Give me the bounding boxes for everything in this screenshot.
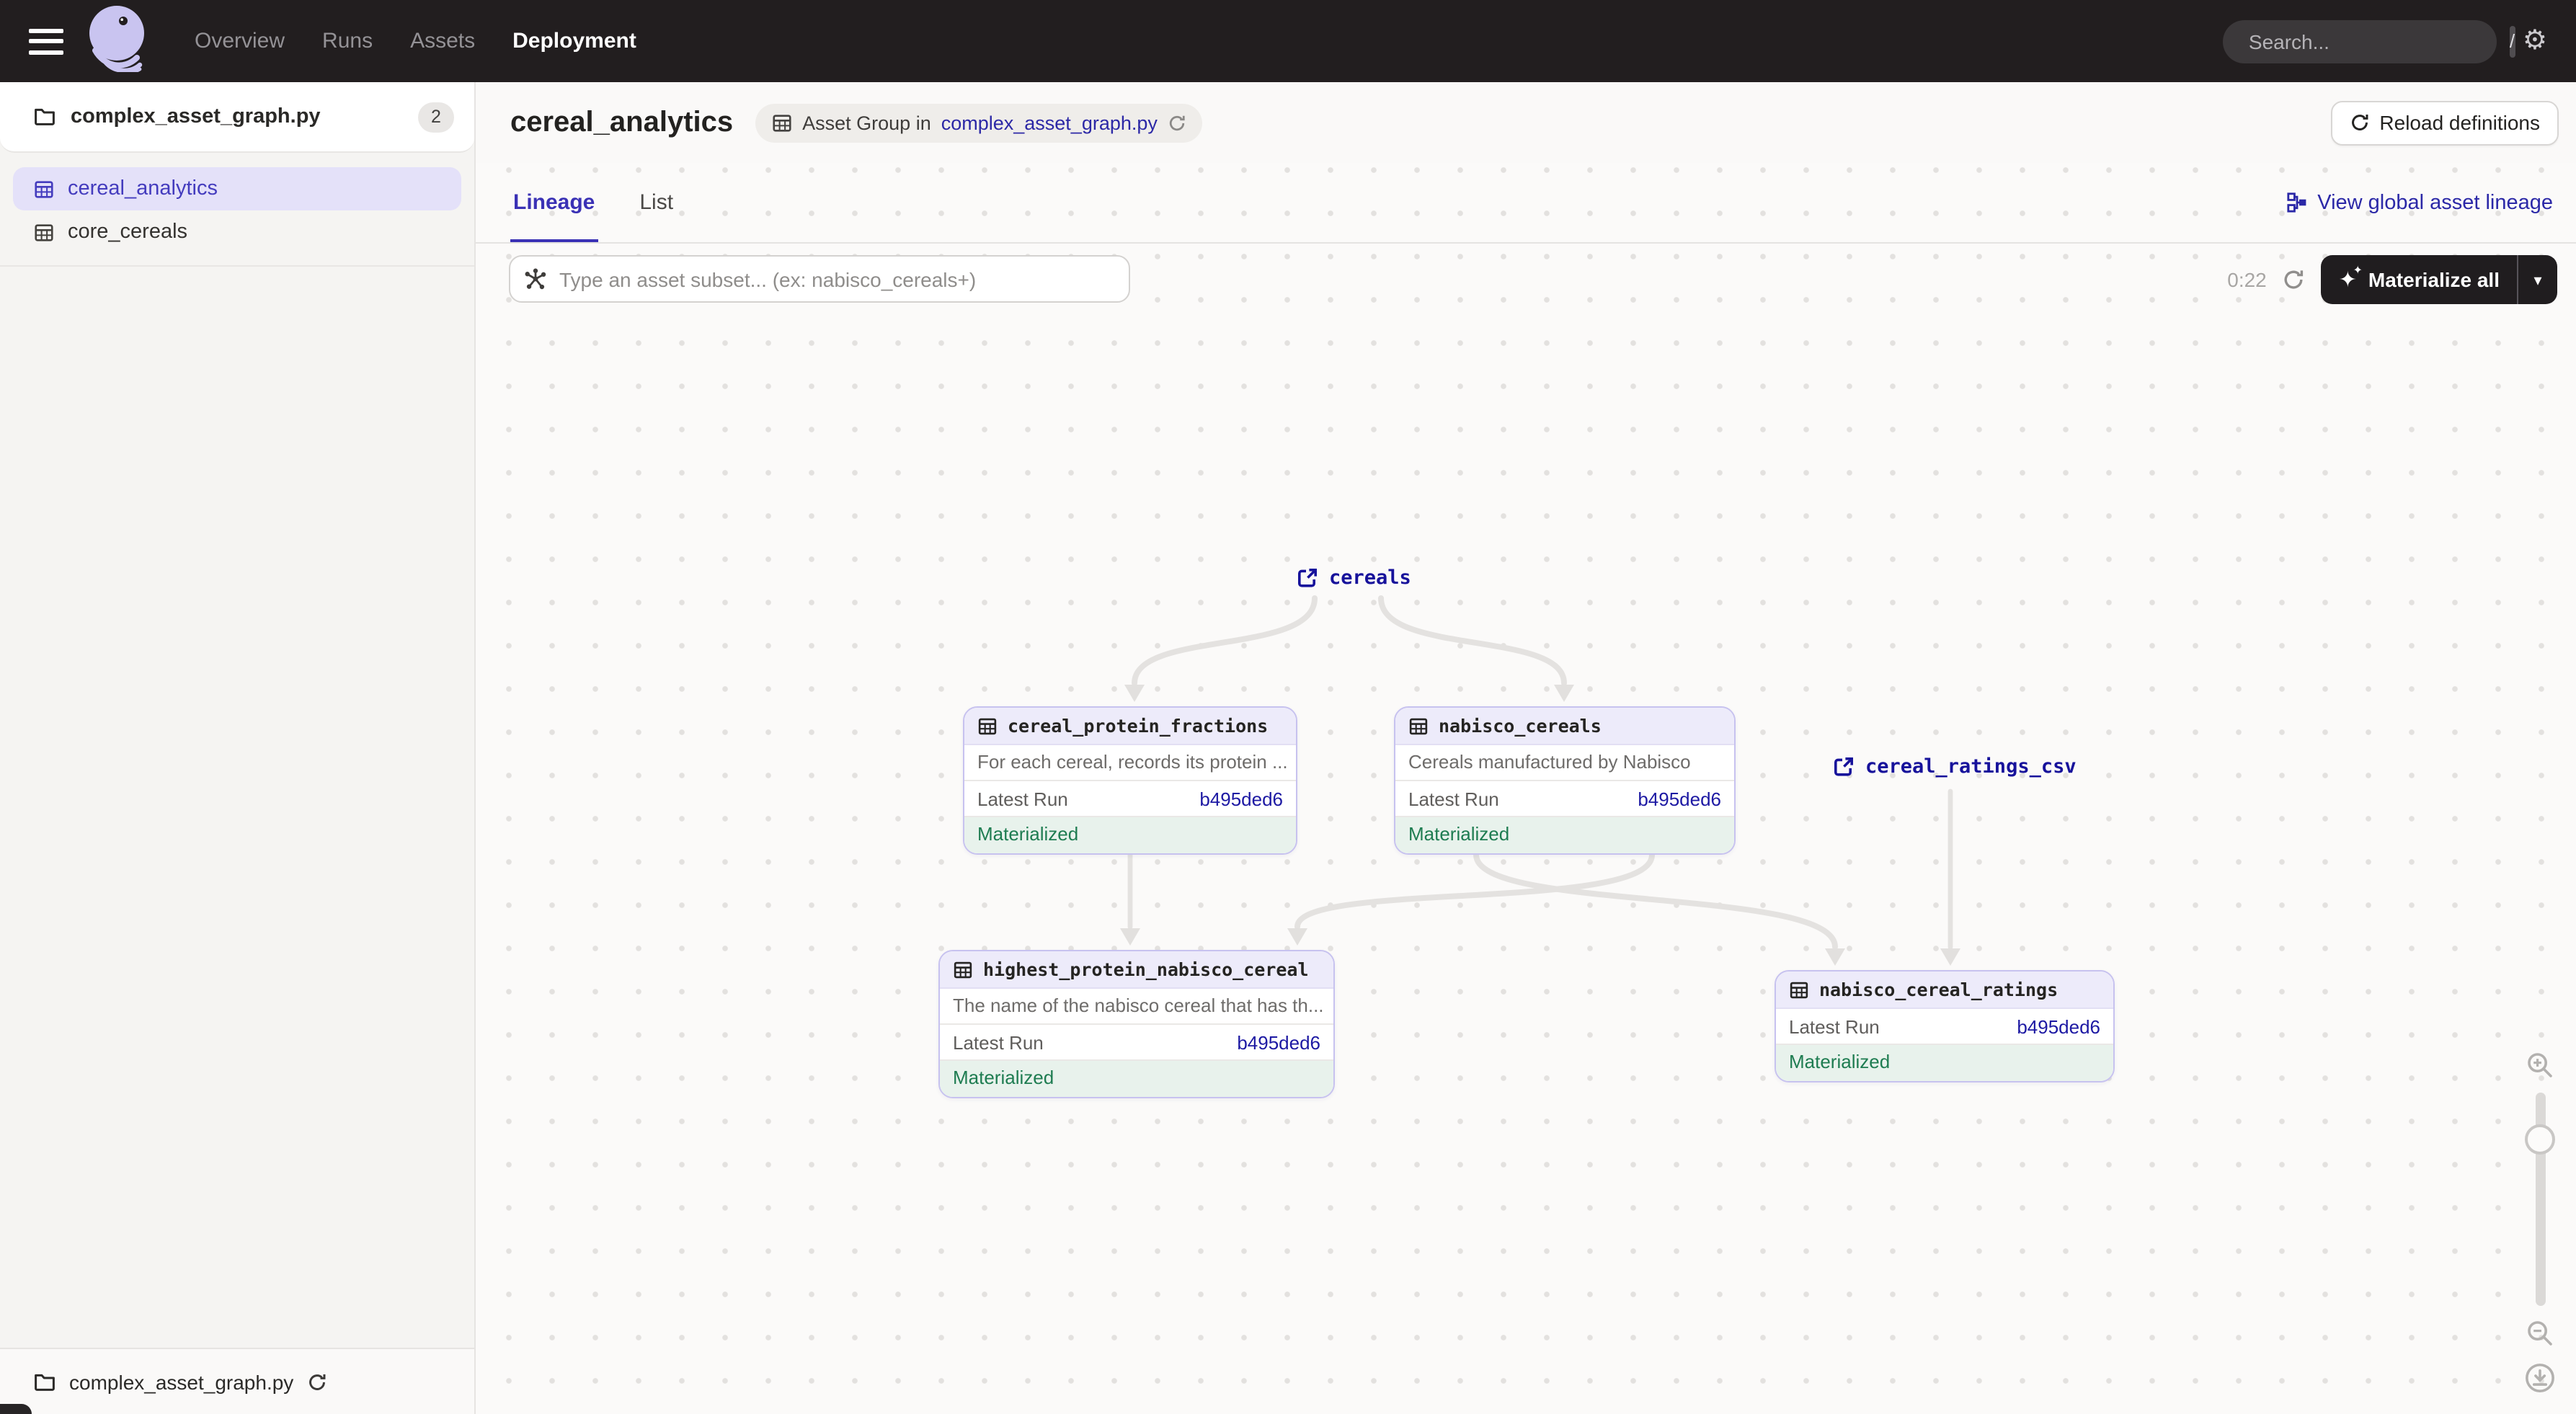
asset-subset-input[interactable] [509, 255, 1130, 303]
reload-definitions-label: Reload definitions [2379, 111, 2540, 134]
latest-run-label: Latest Run [977, 788, 1068, 809]
refresh-timer: 0:22 [2227, 268, 2267, 291]
asset-group-icon [770, 112, 792, 133]
table-icon [1408, 716, 1429, 736]
asset-node-nabisco-cereals[interactable]: nabisco_cereals Cereals manufactured by … [1394, 706, 1736, 855]
external-asset-label: cereal_ratings_csv [1865, 755, 2077, 778]
table-icon [1789, 979, 1809, 1000]
latest-run-label: Latest Run [1408, 788, 1499, 809]
reload-definitions-button[interactable]: Reload definitions [2330, 100, 2559, 145]
reload-icon[interactable] [306, 1371, 327, 1392]
chevron-down-icon: ▾ [2533, 270, 2541, 289]
lineage-section: Lineage List View global asset lineage [476, 163, 2576, 1414]
asset-node-title: cereal_protein_fractions [1008, 715, 1268, 737]
search-shortcut-key: / [2510, 25, 2515, 57]
tab-lineage[interactable]: Lineage [510, 163, 598, 242]
status-badge: Materialized [1395, 817, 1734, 853]
graph-filter-icon [523, 267, 548, 298]
lineage-canvas[interactable]: 0:22 ✦✦ Materialize all ▾ [476, 244, 2576, 1414]
table-icon [953, 959, 973, 979]
sidebar-footer: complex_asset_graph.py [0, 1348, 474, 1414]
breadcrumb-prefix: Asset Group in [802, 112, 931, 133]
page-header: cereal_analytics Asset Group in complex_… [476, 82, 2576, 163]
breadcrumb-link[interactable]: complex_asset_graph.py [941, 112, 1158, 133]
download-image-icon[interactable] [2524, 1362, 2556, 1394]
status-badge: Materialized [940, 1061, 1333, 1097]
dagster-logo[interactable] [84, 3, 150, 79]
nav-overview[interactable]: Overview [195, 29, 285, 53]
asset-node-highest-protein-nabisco-cereal[interactable]: highest_protein_nabisco_cereal The name … [938, 950, 1335, 1098]
reload-icon [2349, 112, 2369, 133]
tab-bar: Lineage List View global asset lineage [476, 163, 2576, 244]
run-id-link[interactable]: b495ded6 [1237, 1031, 1320, 1053]
external-link-icon [1296, 566, 1319, 590]
table-icon [977, 716, 998, 736]
footer-code-location-name: complex_asset_graph.py [69, 1370, 293, 1393]
asset-group-icon [33, 178, 55, 200]
asset-node-title: nabisco_cereal_ratings [1819, 979, 2058, 1000]
external-asset-label: cereals [1329, 566, 1411, 590]
zoom-out-icon[interactable] [2526, 1319, 2554, 1348]
external-link-icon [1832, 755, 1855, 778]
asset-node-description: The name of the nabisco cereal that has … [940, 989, 1333, 1025]
view-global-asset-lineage-link[interactable]: View global asset lineage [2286, 191, 2553, 214]
view-global-label: View global asset lineage [2317, 191, 2553, 214]
sidebar-item-core-cereals[interactable]: core_cereals [13, 210, 461, 254]
sparkle-icon: ✦✦ [2339, 269, 2357, 290]
minimap-corner [0, 1404, 32, 1414]
latest-run-label: Latest Run [1789, 1015, 1880, 1037]
run-id-link[interactable]: b495ded6 [2017, 1015, 2100, 1037]
menu-icon[interactable] [29, 28, 63, 54]
main-panel: cereal_analytics Asset Group in complex_… [476, 82, 2576, 1414]
asset-node-title: nabisco_cereals [1439, 715, 1602, 737]
asset-group-icon [33, 221, 55, 243]
nav-runs[interactable]: Runs [322, 29, 373, 53]
folder-icon [33, 105, 56, 128]
refresh-icon[interactable] [2283, 268, 2306, 291]
reload-icon[interactable] [1168, 113, 1186, 132]
asset-node-description: For each cereal, records its protein ... [964, 745, 1296, 781]
tab-list[interactable]: List [636, 163, 676, 242]
folder-icon [33, 1370, 56, 1393]
nav-deployment[interactable]: Deployment [512, 29, 636, 53]
sidebar-item-label: cereal_analytics [68, 177, 218, 200]
status-badge: Materialized [1776, 1045, 2113, 1081]
asset-count-badge: 2 [418, 102, 454, 132]
run-id-link[interactable]: b495ded6 [1638, 788, 1721, 809]
materialize-toolbar: 0:22 ✦✦ Materialize all ▾ [2227, 255, 2557, 304]
external-asset-cereals[interactable]: cereals [1296, 566, 1411, 590]
nav-assets[interactable]: Assets [410, 29, 475, 53]
zoom-slider[interactable] [2535, 1093, 2545, 1306]
settings-gear-icon[interactable]: ⚙ [2523, 27, 2547, 55]
status-badge: Materialized [964, 817, 1296, 853]
asset-filter [509, 255, 1130, 303]
asset-node-nabisco-cereal-ratings[interactable]: nabisco_cereal_ratings Latest Run b495ded… [1775, 970, 2115, 1082]
external-asset-cereal-ratings-csv[interactable]: cereal_ratings_csv [1832, 755, 2077, 778]
materialize-all-label: Materialize all [2368, 268, 2500, 291]
materialize-all-button[interactable]: ✦✦ Materialize all [2322, 255, 2517, 304]
zoom-in-icon[interactable] [2526, 1051, 2554, 1080]
latest-run-label: Latest Run [953, 1031, 1044, 1053]
page-title: cereal_analytics [510, 106, 733, 139]
run-id-link[interactable]: b495ded6 [1199, 788, 1283, 809]
sidebar: complex_asset_graph.py 2 cereal_analytic… [0, 82, 476, 1414]
top-nav: Overview Runs Assets Deployment / ⚙ [0, 0, 2576, 82]
breadcrumb: Asset Group in complex_asset_graph.py [755, 103, 1202, 142]
asset-node-title: highest_protein_nabisco_cereal [983, 959, 1309, 980]
sidebar-code-location[interactable]: complex_asset_graph.py 2 [0, 82, 474, 153]
search-box[interactable]: / [2223, 19, 2497, 63]
zoom-controls [2518, 1051, 2562, 1394]
asset-node-description: Cereals manufactured by Nabisco [1395, 745, 1734, 781]
sidebar-item-cereal-analytics[interactable]: cereal_analytics [13, 167, 461, 210]
asset-node-cereal-protein-fractions[interactable]: cereal_protein_fractions For each cereal… [963, 706, 1297, 855]
sidebar-item-label: core_cereals [68, 221, 187, 244]
sidebar-divider [0, 265, 474, 267]
zoom-slider-handle[interactable] [2525, 1124, 2555, 1155]
code-location-name: complex_asset_graph.py [71, 105, 321, 128]
search-input[interactable] [2237, 30, 2510, 53]
lineage-graph-icon [2286, 192, 2307, 213]
materialize-all-button-group: ✦✦ Materialize all ▾ [2322, 255, 2557, 304]
dagster-app: Overview Runs Assets Deployment / ⚙ comp… [0, 0, 2576, 1414]
materialize-dropdown-button[interactable]: ▾ [2518, 255, 2557, 304]
